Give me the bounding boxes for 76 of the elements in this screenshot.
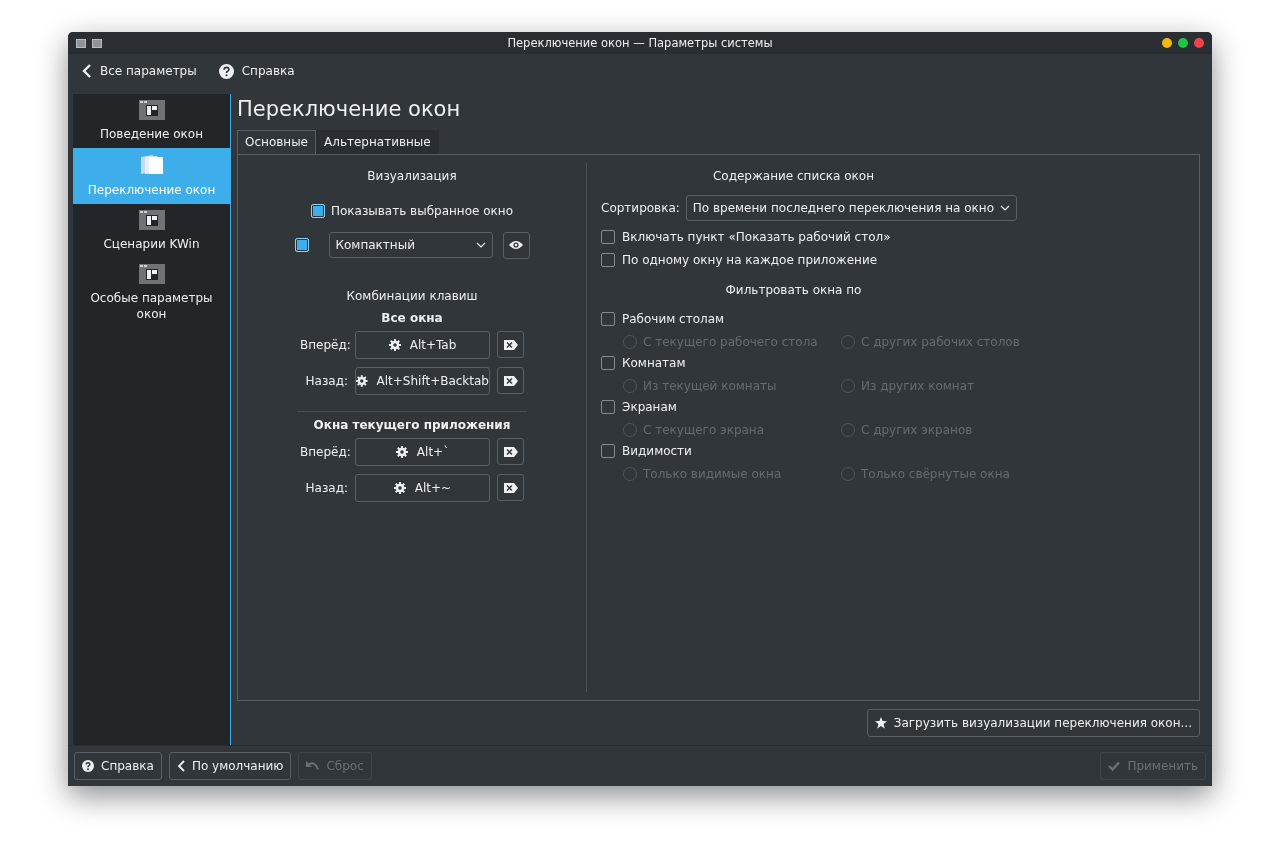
clear-icon bbox=[503, 482, 518, 493]
help-icon bbox=[218, 63, 234, 79]
shortcut-button[interactable]: Alt+Tab bbox=[355, 330, 490, 359]
clear-icon bbox=[503, 446, 518, 457]
checkbox[interactable] bbox=[601, 355, 615, 370]
shortcut-button[interactable]: Alt+Shift+Backtab bbox=[355, 366, 490, 395]
window-control[interactable] bbox=[1194, 38, 1204, 48]
clear-shortcut-button[interactable] bbox=[497, 438, 524, 466]
visualization-dropdown[interactable]: Компактный bbox=[328, 232, 493, 259]
group-title: Окна текущего приложения bbox=[313, 417, 511, 432]
checkbox[interactable] bbox=[601, 399, 615, 414]
shortcut-button[interactable]: Alt+` bbox=[355, 437, 490, 466]
section-heading: Комбинации клавиш bbox=[346, 288, 478, 305]
undo-icon bbox=[306, 760, 320, 772]
checkbox[interactable] bbox=[310, 203, 325, 218]
get-new-button[interactable]: Загрузить визуализации переключения окон... bbox=[866, 709, 1200, 737]
checkbox-label: Комнатам bbox=[622, 355, 686, 370]
chevron-left-icon bbox=[176, 760, 185, 772]
checkbox[interactable] bbox=[601, 229, 615, 244]
shortcut-label: Назад: bbox=[304, 373, 348, 388]
shortcut-label: Вперёд: bbox=[300, 444, 348, 459]
page-title: Переключение окон bbox=[237, 96, 462, 123]
sort-label: Сортировка: bbox=[601, 200, 680, 215]
checkbox-label: Рабочим столам bbox=[622, 311, 725, 326]
shortcut-button[interactable]: Alt+~ bbox=[355, 473, 490, 502]
window-icon bbox=[138, 100, 165, 120]
pin-icon[interactable] bbox=[92, 38, 102, 48]
window-icon bbox=[138, 264, 165, 284]
window-control[interactable] bbox=[1178, 38, 1188, 48]
checkbox-label: Показывать выбранное окно bbox=[330, 203, 514, 218]
checkbox[interactable] bbox=[601, 252, 615, 267]
help-icon bbox=[82, 760, 94, 772]
checkbox-label: Включать пункт «Показать рабочий стол» bbox=[622, 229, 891, 244]
back-button[interactable]: Все параметры bbox=[78, 62, 201, 80]
eye-icon bbox=[509, 240, 523, 251]
checkbox[interactable] bbox=[601, 311, 615, 326]
gear-icon bbox=[356, 374, 368, 387]
chevron-down-icon bbox=[1000, 204, 1010, 211]
window-control[interactable] bbox=[1162, 38, 1172, 48]
gear-icon bbox=[393, 481, 406, 494]
section-heading: Содержание списка окон bbox=[711, 168, 876, 185]
window-title: Переключение окон — Параметры системы bbox=[507, 36, 773, 50]
sidebar-item[interactable]: Особые параметры окон bbox=[73, 258, 230, 328]
checkmark-icon bbox=[1108, 761, 1121, 771]
checkbox[interactable] bbox=[294, 238, 309, 253]
clear-shortcut-button[interactable] bbox=[497, 367, 524, 395]
checkbox[interactable] bbox=[601, 443, 615, 458]
group-title: Все окна bbox=[381, 310, 443, 325]
gear-icon bbox=[395, 445, 408, 458]
star-icon bbox=[874, 717, 887, 729]
section-heading: Фильтровать окна по bbox=[724, 282, 863, 299]
footer-button[interactable]: По умолчанию bbox=[168, 752, 292, 780]
checkbox-label: Экранам bbox=[622, 399, 677, 414]
help-button[interactable]: Справка bbox=[214, 61, 299, 81]
gear-icon bbox=[388, 338, 401, 351]
checkbox-label: По одному окну на каждое приложение bbox=[622, 252, 878, 267]
chevron-left-icon bbox=[82, 64, 92, 78]
clear-icon bbox=[503, 375, 518, 386]
clear-icon bbox=[503, 339, 518, 350]
window-icon bbox=[138, 210, 165, 230]
clear-shortcut-button[interactable] bbox=[497, 331, 524, 359]
clear-shortcut-button[interactable] bbox=[497, 474, 524, 502]
sidebar-item[interactable]: Поведение окон bbox=[73, 94, 230, 148]
footer-button[interactable]: Справка bbox=[74, 752, 162, 780]
shortcut-label: Вперёд: bbox=[300, 337, 348, 352]
shortcut-label: Назад: bbox=[304, 480, 348, 495]
sidebar-item[interactable]: Сценарии KWin bbox=[73, 204, 230, 258]
window-menu-icon[interactable] bbox=[76, 38, 86, 48]
preview-button[interactable] bbox=[502, 231, 530, 259]
sort-dropdown[interactable]: По времени последнего переключения на окно bbox=[685, 194, 1017, 221]
chevron-down-icon bbox=[475, 242, 486, 249]
stacked-windows-icon bbox=[138, 154, 165, 176]
section-heading: Визуализация bbox=[367, 168, 457, 185]
checkbox-label: Видимости bbox=[622, 443, 692, 458]
tab[interactable]: Основные bbox=[237, 129, 316, 154]
tab[interactable]: Альтернативные bbox=[316, 129, 439, 154]
